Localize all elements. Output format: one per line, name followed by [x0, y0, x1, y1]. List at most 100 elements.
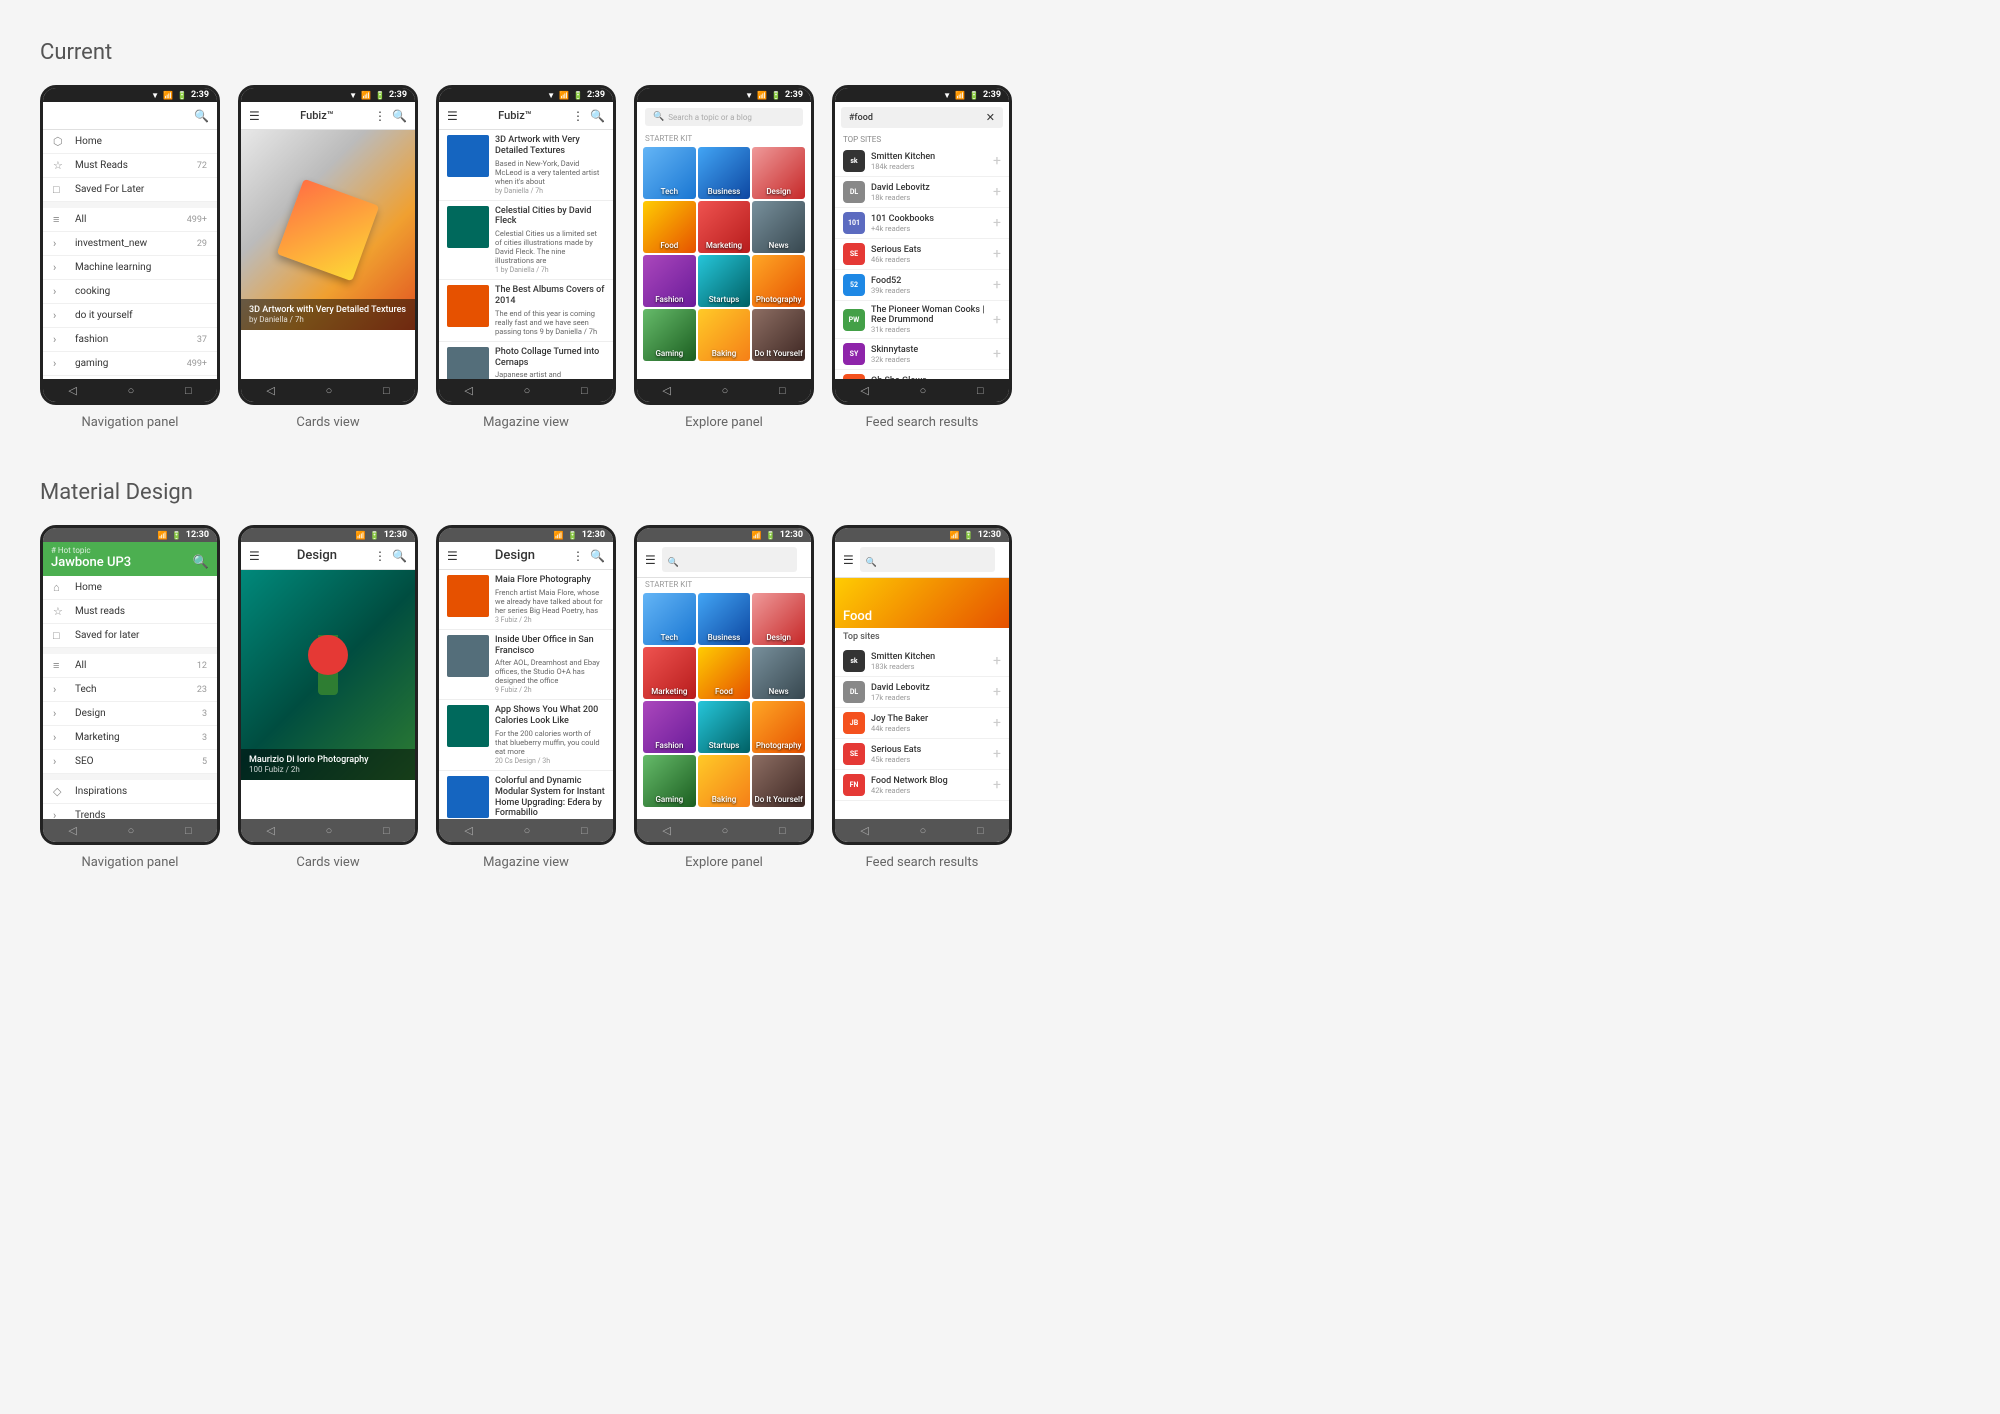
back-icon[interactable]: ◁ [68, 384, 76, 397]
md-nav-mustreads[interactable]: ☆ Must reads [43, 600, 217, 624]
home-nav-icon-explore-md[interactable]: ○ [722, 824, 729, 837]
mag-item-2[interactable]: The Best Albums Covers of 2014 The end o… [439, 280, 613, 342]
md-site-item-3[interactable]: SE Serious Eats45k readers + [835, 739, 1009, 770]
grid-design[interactable]: Design [752, 147, 805, 199]
md-nav-tech[interactable]: › Tech 23 [43, 678, 217, 702]
card-image-3d[interactable]: 3D Artwork with Very Detailed Textures b… [241, 130, 415, 330]
follow-btn-6[interactable]: + [993, 346, 1001, 362]
recent-icon-explore-md[interactable]: □ [779, 824, 786, 837]
grid-fashion[interactable]: Fashion [643, 255, 696, 307]
recent-icon-mag[interactable]: □ [581, 384, 588, 397]
site-item-6[interactable]: SY Skinnytaste32k readers + [835, 339, 1009, 370]
search-icon[interactable]: 🔍 [194, 109, 209, 123]
site-item-7[interactable]: OG Oh She Glows23k readers + [835, 370, 1009, 379]
site-item-3[interactable]: SE Serious Eats46k readers + [835, 239, 1009, 270]
recent-icon-search-md[interactable]: □ [977, 824, 984, 837]
md-mag-item-1[interactable]: Inside Uber Office in San Francisco Afte… [439, 630, 613, 701]
back-icon-explore[interactable]: ◁ [662, 384, 670, 397]
recent-icon-explore[interactable]: □ [779, 384, 786, 397]
back-icon-search[interactable]: ◁ [860, 384, 868, 397]
back-icon-mag-md[interactable]: ◁ [464, 824, 472, 837]
md-nav-marketing[interactable]: › Marketing 3 [43, 726, 217, 750]
back-icon-cards[interactable]: ◁ [266, 384, 274, 397]
search-icon-cards[interactable]: 🔍 [392, 109, 407, 123]
grid-tech-md[interactable]: Tech [643, 593, 696, 645]
grid-photography-md[interactable]: Photography [752, 701, 805, 753]
recent-icon-nav-md[interactable]: □ [185, 824, 192, 837]
home-nav-icon-cards[interactable]: ○ [326, 384, 333, 397]
home-nav-icon-search-md[interactable]: ○ [920, 824, 927, 837]
md-site-item-0[interactable]: sk Smitten Kitchen183k readers + [835, 646, 1009, 677]
grid-baking-md[interactable]: Baking [698, 755, 751, 807]
nav-item-machinelearning[interactable]: › Machine learning [43, 256, 217, 280]
grid-food[interactable]: Food [643, 201, 696, 253]
md-mag-item-2[interactable]: App Shows You What 200 Calories Look Lik… [439, 700, 613, 771]
back-icon-explore-md[interactable]: ◁ [662, 824, 670, 837]
explore-search-bar[interactable]: 🔍 Search a topic or a blog [645, 108, 803, 126]
md-nav-home[interactable]: ⌂ Home [43, 576, 217, 600]
grid-diy-md[interactable]: Do It Yourself [752, 755, 805, 807]
grid-startups-md[interactable]: Startups [698, 701, 751, 753]
menu-icon-mag-md[interactable]: ☰ [447, 549, 458, 563]
md-nav-trends[interactable]: › Trends [43, 804, 217, 819]
menu-icon-search-md[interactable]: ☰ [843, 553, 854, 567]
grid-gaming-md[interactable]: Gaming [643, 755, 696, 807]
dots-icon-cards-md[interactable]: ⋮ [374, 549, 386, 563]
md-nav-design[interactable]: › Design 3 [43, 702, 217, 726]
grid-business[interactable]: Business [698, 147, 751, 199]
dots-icon-mag-md[interactable]: ⋮ [572, 549, 584, 563]
nav-item-gaming[interactable]: › gaming 499+ [43, 352, 217, 376]
home-nav-icon-explore[interactable]: ○ [722, 384, 729, 397]
recent-icon[interactable]: □ [185, 384, 192, 397]
md-site-item-4[interactable]: FN Food Network Blog42k readers + [835, 770, 1009, 801]
menu-icon-cards-md[interactable]: ☰ [249, 549, 260, 563]
grid-marketing[interactable]: Marketing [698, 201, 751, 253]
back-icon-nav-md[interactable]: ◁ [68, 824, 76, 837]
close-icon[interactable]: ✕ [986, 111, 995, 124]
site-item-5[interactable]: PW The Pioneer Woman Cooks | Ree Drummon… [835, 301, 1009, 339]
nav-item-fashion[interactable]: › fashion 37 [43, 328, 217, 352]
follow-btn-5[interactable]: + [993, 312, 1001, 328]
home-nav-icon[interactable]: ○ [128, 384, 135, 397]
md-nav-seo[interactable]: › SEO 5 [43, 750, 217, 774]
search-icon-cards-md[interactable]: 🔍 [392, 549, 407, 563]
grid-photography[interactable]: Photography [752, 255, 805, 307]
md-follow-btn-4[interactable]: + [993, 777, 1001, 793]
md-nav-savedforlater[interactable]: □ Saved for later [43, 624, 217, 648]
mag-item-0[interactable]: 3D Artwork with Very Detailed Textures B… [439, 130, 613, 201]
home-nav-icon-cards-md[interactable]: ○ [326, 824, 333, 837]
home-nav-icon-nav-md[interactable]: ○ [128, 824, 135, 837]
md-nav-inspirations[interactable]: ◇ Inspirations [43, 780, 217, 804]
nav-item-savedforlater[interactable]: □ Saved For Later [43, 178, 217, 202]
md-nav-all[interactable]: ≡ All 12 [43, 654, 217, 678]
nav-item-mustreads[interactable]: ☆ Must Reads 72 [43, 154, 217, 178]
grid-news[interactable]: News [752, 201, 805, 253]
site-item-2[interactable]: 101 101 Cookbooks+4k readers + [835, 208, 1009, 239]
mag-item-3[interactable]: Photo Collage Turned into Cernaps Japane… [439, 342, 613, 379]
search-icon-mag-md[interactable]: 🔍 [590, 549, 605, 563]
site-item-0[interactable]: sk Smitten Kitchen184k readers + [835, 146, 1009, 177]
recent-icon-cards-md[interactable]: □ [383, 824, 390, 837]
search-icon-mag[interactable]: 🔍 [590, 109, 605, 123]
recent-icon-search[interactable]: □ [977, 384, 984, 397]
md-mag-item-3[interactable]: Colorful and Dynamic Modular System for … [439, 771, 613, 819]
search-bar-food[interactable]: #food ✕ [841, 107, 1003, 128]
back-icon-cards-md[interactable]: ◁ [266, 824, 274, 837]
dots-icon-mag[interactable]: ⋮ [572, 109, 584, 123]
md-site-item-2[interactable]: JB Joy The Baker44k readers + [835, 708, 1009, 739]
follow-btn-2[interactable]: + [993, 215, 1001, 231]
grid-tech[interactable]: Tech [643, 147, 696, 199]
nav-item-cooking[interactable]: › cooking [43, 280, 217, 304]
dots-icon[interactable]: ⋮ [374, 109, 386, 123]
grid-food-md[interactable]: Food [698, 647, 751, 699]
follow-btn-3[interactable]: + [993, 246, 1001, 262]
recent-icon-cards[interactable]: □ [383, 384, 390, 397]
menu-icon-mag[interactable]: ☰ [447, 109, 458, 123]
grid-fashion-md[interactable]: Fashion [643, 701, 696, 753]
site-item-1[interactable]: DL David Lebovitz18k readers + [835, 177, 1009, 208]
back-icon-search-md[interactable]: ◁ [860, 824, 868, 837]
grid-baking[interactable]: Baking [698, 309, 751, 361]
card-image-flower[interactable]: Maurizio Di Iorio Photography 100 Fubiz … [241, 570, 415, 780]
home-nav-icon-mag-md[interactable]: ○ [524, 824, 531, 837]
nav-item-home[interactable]: ⬡ Home [43, 130, 217, 154]
